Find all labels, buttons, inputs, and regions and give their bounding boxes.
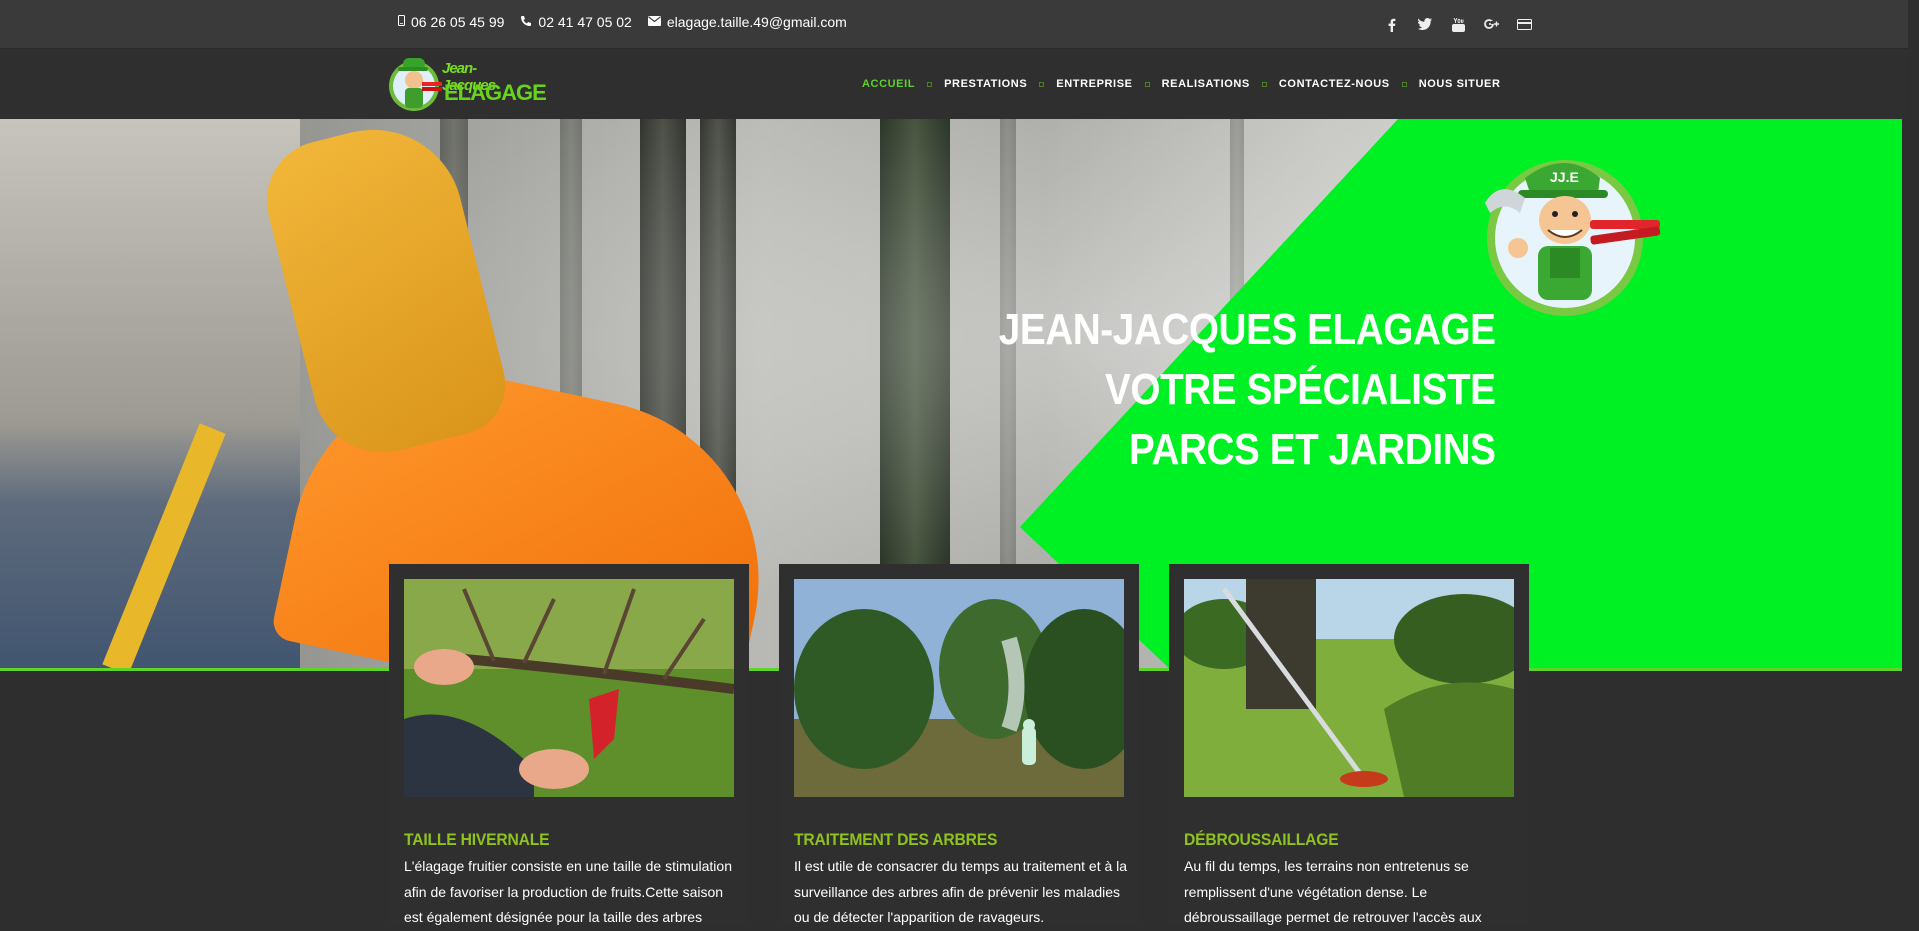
nav-item-prestations[interactable]: PRESTATIONS	[944, 78, 1027, 90]
menu-separator	[1039, 81, 1045, 87]
logo-text-line2: ELAGAGE	[444, 80, 547, 105]
nav-item-nous-situer[interactable]: NOUS SITUER	[1419, 78, 1501, 90]
site-logo[interactable]: Jean-Jacques ELAGAGE	[388, 52, 547, 114]
logo-mascot-icon	[389, 58, 442, 111]
contact-info: 06 26 05 45 99 02 41 47 05 02 elagage.ta…	[398, 14, 847, 30]
hero-line-3: PARCS ET JARDINS	[1129, 425, 1496, 474]
mobile-icon	[398, 15, 405, 29]
phone-icon	[520, 15, 532, 30]
email-address: elagage.taille.49@gmail.com	[666, 14, 847, 30]
mobile-phone[interactable]: 06 26 05 45 99	[398, 14, 504, 30]
fixed-phone-number: 02 41 47 05 02	[538, 14, 632, 30]
envelope-icon	[647, 15, 661, 29]
twitter-icon[interactable]	[1417, 18, 1433, 34]
social-links	[1384, 17, 1532, 34]
card-title[interactable]: TAILLE HIVERNALE	[404, 830, 550, 850]
menu-separator	[927, 81, 933, 87]
facebook-icon[interactable]	[1384, 18, 1400, 34]
brush-cutting-photo	[1184, 579, 1514, 797]
hero-line-2: VOTRE SPÉCIALISTE	[1105, 365, 1496, 414]
menu-separator	[1401, 81, 1407, 87]
fixed-phone[interactable]: 02 41 47 05 02	[520, 14, 632, 30]
mobile-phone-number: 06 26 05 45 99	[411, 14, 505, 30]
main-menu: ACCUEIL PRESTATIONS ENTREPRISE REALISATI…	[862, 78, 1501, 90]
payment-card-icon[interactable]	[1516, 18, 1532, 34]
nav-item-accueil[interactable]: ACCUEIL	[862, 78, 915, 90]
email-contact[interactable]: elagage.taille.49@gmail.com	[647, 14, 847, 30]
mascot-logo-icon: JJ.E	[1485, 160, 1661, 316]
card-title[interactable]: DÉBROUSSAILLAGE	[1184, 830, 1339, 850]
nav-item-realisations[interactable]: REALISATIONS	[1162, 78, 1250, 90]
card-text: Il est utile de consacrer du temps au tr…	[794, 858, 1128, 925]
card-title[interactable]: TRAITEMENT DES ARBRES	[794, 830, 997, 850]
card-text: L'élagage fruitier consiste en une taill…	[404, 858, 732, 925]
tree-treatment-photo	[794, 579, 1124, 797]
service-card-debroussaillage[interactable]: DÉBROUSSAILLAGE Au fil du temps, les ter…	[1169, 564, 1529, 925]
card-text: Au fil du temps, les terrains non entret…	[1184, 858, 1482, 925]
pruning-photo	[404, 579, 734, 797]
menu-separator	[1144, 81, 1150, 87]
hero-line-1: JEAN-JACQUES ELAGAGE	[999, 305, 1496, 354]
mascot-badge-text: JJ.E	[1550, 169, 1579, 185]
youtube-icon[interactable]	[1450, 17, 1466, 34]
google-plus-icon[interactable]	[1483, 18, 1499, 34]
service-card-traitement[interactable]: TRAITEMENT DES ARBRES Il est utile de co…	[779, 564, 1139, 925]
hero-headline: JEAN-JACQUES ELAGAGE VOTRE SPÉCIALISTE P…	[999, 300, 1496, 480]
service-card-taille[interactable]: TAILLE HIVERNALE L'élagage fruitier cons…	[389, 564, 749, 925]
nav-item-entreprise[interactable]: ENTREPRISE	[1056, 78, 1132, 90]
nav-item-contactez-nous[interactable]: CONTACTEZ-NOUS	[1279, 78, 1390, 90]
menu-separator	[1261, 81, 1267, 87]
top-bar: 06 26 05 45 99 02 41 47 05 02 elagage.ta…	[0, 0, 1908, 49]
